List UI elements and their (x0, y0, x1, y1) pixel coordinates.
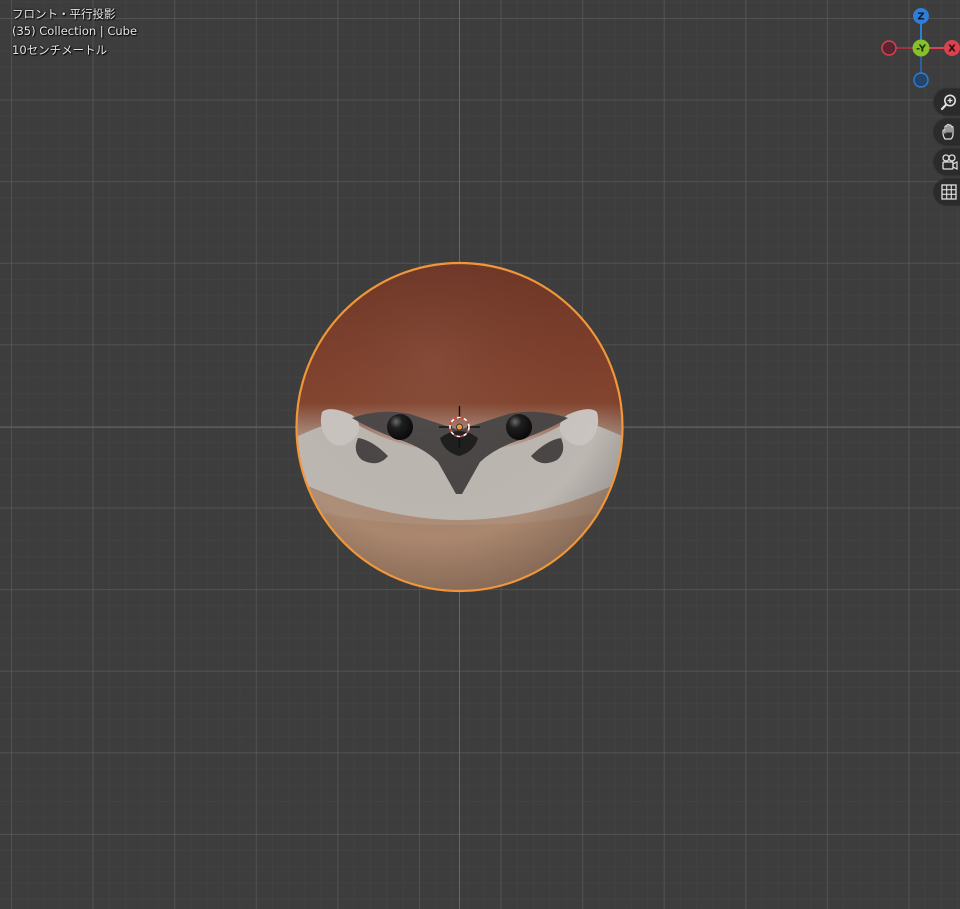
gizmo-z-axis-button[interactable]: Z (913, 8, 929, 24)
gizmo-neg-x-axis-button[interactable] (881, 40, 897, 56)
camera-view-button[interactable] (934, 149, 960, 175)
gizmo-x-axis-button[interactable]: X (944, 40, 960, 56)
gizmo-neg-z-axis-button[interactable] (913, 72, 929, 88)
ortho-toggle-button[interactable] (934, 179, 960, 205)
svg-text:X: X (948, 44, 956, 55)
left-eye (387, 414, 413, 440)
3d-viewport[interactable]: フロント・平行投影 (35) Collection | Cube 10センチメー… (0, 0, 960, 909)
selected-object-sparrow[interactable] (0, 0, 960, 909)
object-origin-icon (456, 423, 463, 431)
hand-pan-icon (942, 123, 954, 140)
grid-ortho-icon (941, 184, 957, 200)
zoom-button[interactable] (934, 89, 960, 115)
navigation-gizmo[interactable]: Z X -Y (876, 4, 960, 88)
gizmo-neg-y-axis-button[interactable]: -Y (912, 39, 930, 57)
camera-view-icon (942, 154, 958, 170)
pan-button[interactable] (934, 119, 960, 145)
svg-text:Z: Z (917, 12, 924, 23)
zoom-icon (940, 94, 956, 111)
svg-text:-Y: -Y (916, 44, 927, 55)
right-eye (506, 414, 532, 440)
